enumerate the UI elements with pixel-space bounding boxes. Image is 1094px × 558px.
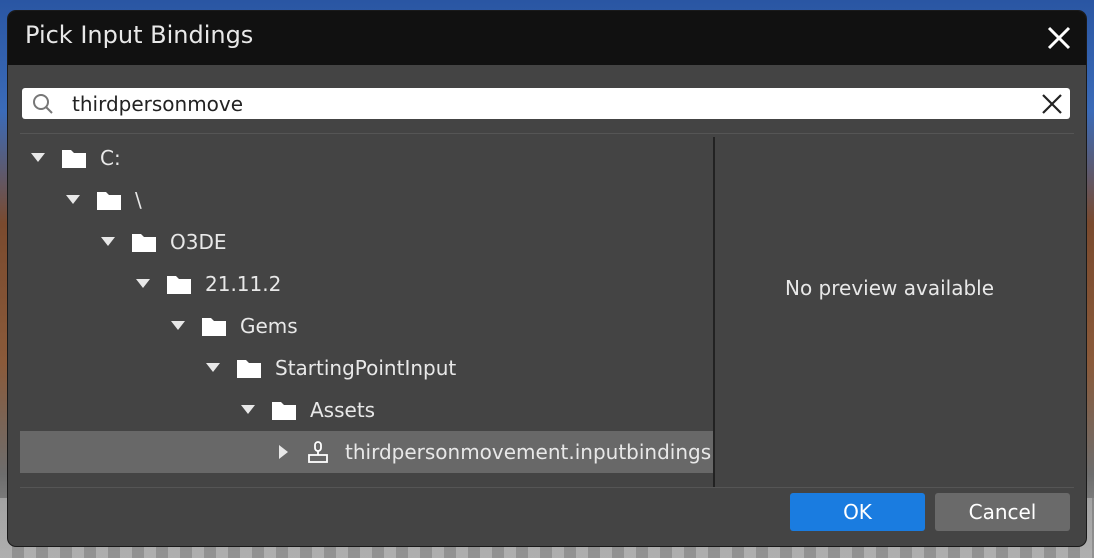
dialog-title: Pick Input Bindings [25, 21, 254, 49]
folder-icon [132, 234, 156, 252]
tree-row-root[interactable]: \ [20, 179, 713, 221]
tree-row-label: Gems [240, 314, 298, 338]
expand-arrow-icon[interactable] [241, 405, 255, 414]
divider [20, 487, 1074, 488]
folder-icon [272, 402, 296, 420]
expand-arrow-icon[interactable] [171, 321, 185, 330]
tree-row-label: StartingPointInput [275, 356, 457, 380]
folder-icon [97, 192, 121, 210]
pick-input-bindings-dialog: Pick Input Bindings C: [8, 11, 1086, 546]
input-bindings-icon [308, 441, 328, 463]
tree-row-inputbindings-file[interactable]: thirdpersonmovement.inputbindings [20, 431, 713, 473]
tree-row-assets[interactable]: Assets [20, 389, 713, 431]
expand-arrow-icon[interactable] [279, 445, 288, 459]
preview-message: No preview available [784, 276, 995, 300]
ok-button[interactable]: OK [790, 493, 925, 531]
tree-row-label: Assets [310, 398, 376, 422]
tree-row-label: C: [100, 146, 121, 170]
tree-row-label: thirdpersonmovement.inputbindings [345, 440, 712, 464]
tree-row-gems[interactable]: Gems [20, 305, 713, 347]
folder-icon [62, 150, 86, 168]
tree-row-o3de[interactable]: O3DE [20, 221, 713, 263]
expand-arrow-icon[interactable] [31, 153, 45, 162]
tree-row-version[interactable]: 21.11.2 [20, 263, 713, 305]
tree-row-c-drive[interactable]: C: [20, 137, 713, 179]
tree-row-label: 21.11.2 [205, 272, 282, 296]
tree-row-label: O3DE [170, 230, 227, 254]
expand-arrow-icon[interactable] [206, 363, 220, 372]
cancel-button[interactable]: Cancel [935, 493, 1070, 531]
divider [20, 133, 1074, 134]
close-icon [1047, 26, 1071, 50]
folder-icon [167, 276, 191, 294]
folder-icon [202, 318, 226, 336]
dialog-titlebar: Pick Input Bindings [8, 11, 1086, 65]
asset-tree: C: \ O3DE 21.11.2 Gems StartingPointInpu… [20, 137, 713, 487]
clear-icon[interactable] [1040, 92, 1064, 116]
search-bar [22, 88, 1070, 119]
tree-row-startingpointinput[interactable]: StartingPointInput [20, 347, 713, 389]
expand-arrow-icon[interactable] [66, 195, 80, 204]
expand-arrow-icon[interactable] [136, 279, 150, 288]
folder-icon [237, 360, 261, 378]
search-input[interactable] [70, 88, 1012, 119]
preview-pane: No preview available [715, 137, 1064, 487]
expand-arrow-icon[interactable] [101, 237, 115, 246]
close-button[interactable] [1044, 23, 1074, 53]
tree-row-label: \ [135, 188, 142, 212]
search-icon [33, 94, 53, 114]
